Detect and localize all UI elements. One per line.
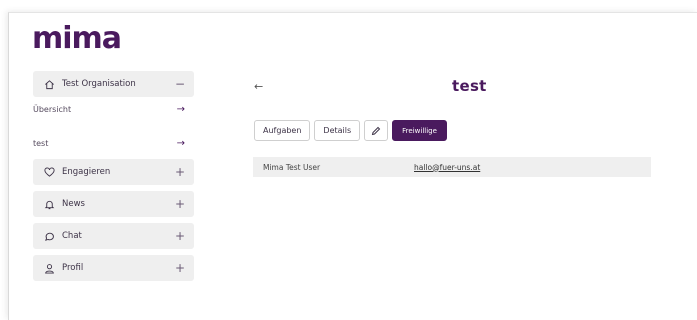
sidebar-subitem-label: test <box>33 139 49 148</box>
bell-icon <box>43 198 55 210</box>
table-row: Mima Test User hallo@fuer-uns.at <box>253 157 651 177</box>
mima-logo[interactable]: mima <box>32 21 122 56</box>
sidebar-item-profil[interactable]: Profil + <box>33 255 194 281</box>
sidebar-item-label: Test Organisation <box>62 79 136 89</box>
volunteer-name: Mima Test User <box>263 162 321 172</box>
tab-details[interactable]: Details <box>314 120 361 141</box>
sidebar-item-label: Profil <box>62 263 84 273</box>
page-title: test <box>452 77 487 95</box>
sidebar-item-label: Engagieren <box>62 167 111 177</box>
sidebar: Test Organisation − Übersicht → test → E… <box>33 71 194 287</box>
sidebar-item-label: News <box>62 199 85 209</box>
sidebar-item-organisation[interactable]: Test Organisation − <box>33 71 194 97</box>
expand-icon[interactable]: + <box>175 165 185 179</box>
sidebar-item-chat[interactable]: Chat + <box>33 223 194 249</box>
expand-icon[interactable]: + <box>175 229 185 243</box>
arrow-right-icon: → <box>176 104 185 115</box>
expand-icon[interactable]: + <box>175 261 185 275</box>
collapse-icon[interactable]: − <box>175 77 185 91</box>
organisation-sub-list: Übersicht → test → <box>33 100 194 153</box>
tab-aufgaben[interactable]: Aufgaben <box>254 120 311 141</box>
sidebar-item-label: Chat <box>62 231 82 241</box>
home-icon <box>43 78 55 90</box>
pencil-icon <box>371 126 381 135</box>
heart-icon <box>43 166 55 178</box>
arrow-right-icon: → <box>176 138 185 149</box>
back-arrow-icon[interactable]: ← <box>254 80 263 93</box>
sidebar-subitem-overview[interactable]: Übersicht → <box>33 100 194 119</box>
tab-bar: Aufgaben Details Freiwillige <box>254 120 447 141</box>
sidebar-subitem-test[interactable]: test → <box>33 134 194 153</box>
sidebar-item-news[interactable]: News + <box>33 191 194 217</box>
sidebar-item-engagieren[interactable]: Engagieren + <box>33 159 194 185</box>
edit-button[interactable] <box>364 120 389 141</box>
user-icon <box>43 262 55 274</box>
sidebar-subitem-label: Übersicht <box>33 105 72 114</box>
chat-bubble-icon <box>43 230 55 242</box>
tab-freiwillige[interactable]: Freiwillige <box>392 120 447 141</box>
expand-icon[interactable]: + <box>175 197 185 211</box>
volunteer-email-link[interactable]: hallo@fuer-uns.at <box>414 163 480 172</box>
